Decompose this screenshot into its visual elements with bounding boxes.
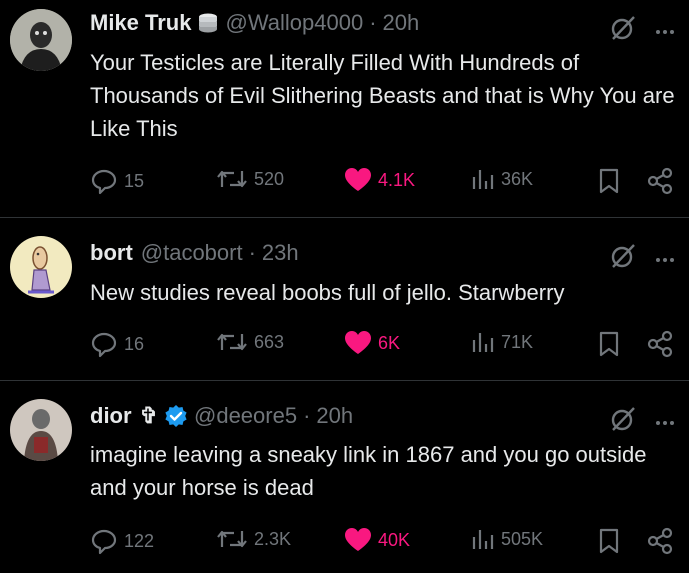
tweet-text: New studies reveal boobs full of jello. … [90, 280, 565, 305]
repost-button[interactable]: 520 [216, 167, 284, 191]
tweet-text: Your Testicles are Literally Filled With… [90, 50, 675, 141]
repost-button[interactable]: 663 [216, 330, 284, 354]
bookmark-icon [599, 331, 619, 357]
heart-icon [345, 168, 371, 191]
handle[interactable]: @tacobort [141, 240, 243, 266]
more-options-icon[interactable] [655, 22, 675, 40]
views-icon [472, 530, 494, 549]
display-name[interactable]: bort [90, 240, 133, 266]
avatar[interactable] [10, 399, 72, 461]
view-count: 36K [501, 168, 534, 189]
separator: · [248, 240, 256, 265]
bookmark-button[interactable] [598, 330, 620, 358]
tweet-header: dior ✞ @deeore5 · 20h [90, 403, 353, 429]
views-button[interactable]: 505K [471, 527, 543, 551]
heart-icon [345, 331, 371, 354]
display-name[interactable]: Mike Truk [90, 10, 191, 36]
display-name[interactable]: dior [90, 403, 132, 429]
bookmark-button[interactable] [598, 167, 620, 195]
like-button[interactable]: 4.1K [344, 167, 415, 193]
more-options-icon[interactable] [655, 413, 675, 431]
repost-count: 520 [254, 168, 285, 189]
reply-count: 15 [124, 170, 145, 191]
repost-icon [217, 530, 247, 548]
tweet-1[interactable]: Mike Truk @Wallop4000 · 20h Your Testicl… [0, 0, 689, 217]
like-button[interactable]: 40K [344, 527, 410, 553]
repost-icon [217, 333, 247, 351]
share-icon [647, 167, 673, 195]
tweet-header: bort @tacobort · 23h [90, 240, 299, 266]
reply-count: 122 [124, 530, 155, 551]
avatar[interactable] [10, 9, 72, 71]
cross-glyph: ✞ [139, 403, 158, 428]
separator: · [369, 10, 377, 35]
bookmark-icon [599, 528, 619, 554]
reply-icon [91, 332, 117, 358]
grok-icon[interactable] [609, 14, 637, 47]
separator: · [303, 403, 311, 428]
share-button[interactable] [646, 330, 674, 358]
views-icon [472, 333, 494, 352]
reply-button[interactable]: 15 [90, 167, 144, 195]
more-options-icon[interactable] [655, 250, 675, 268]
action-bar: 16 663 6K 71K [90, 330, 680, 360]
share-button[interactable] [646, 167, 674, 195]
like-button[interactable]: 6K [344, 330, 400, 356]
like-count: 4.1K [378, 169, 416, 190]
repost-icon [217, 170, 247, 188]
verified-badge-icon [164, 404, 188, 428]
timestamp[interactable]: 23h [262, 240, 299, 266]
reply-count: 16 [124, 333, 145, 354]
tweet-header: Mike Truk @Wallop4000 · 20h [90, 10, 419, 36]
reply-icon [91, 169, 117, 195]
like-count: 40K [378, 529, 411, 550]
tweet-text: imagine leaving a sneaky link in 1867 an… [90, 442, 647, 500]
bookmark-button[interactable] [598, 527, 620, 555]
share-icon [647, 330, 673, 358]
repost-button[interactable]: 2.3K [216, 527, 291, 551]
handle[interactable]: @deeore5 [194, 403, 297, 429]
repost-count: 663 [254, 331, 285, 352]
like-count: 6K [378, 332, 401, 353]
handle[interactable]: @Wallop4000 [225, 10, 363, 36]
reply-icon [91, 529, 117, 555]
views-icon [472, 170, 494, 189]
timestamp[interactable]: 20h [316, 403, 353, 429]
action-bar: 15 520 4.1K 36K [90, 167, 680, 197]
view-count: 71K [501, 331, 534, 352]
timestamp[interactable]: 20h [383, 10, 420, 36]
tweet-2[interactable]: bort @tacobort · 23h New studies reveal … [0, 218, 689, 379]
tweet-3[interactable]: dior ✞ @deeore5 · 20h imagine leaving a … [0, 381, 689, 573]
views-button[interactable]: 36K [471, 167, 533, 191]
heart-icon [345, 528, 371, 551]
reply-button[interactable]: 16 [90, 330, 144, 358]
repost-count: 2.3K [254, 528, 292, 549]
grok-icon[interactable] [609, 405, 637, 438]
action-bar: 122 2.3K 40K 505K [90, 527, 680, 557]
database-emoji-icon [197, 12, 219, 34]
view-count: 505K [501, 528, 544, 549]
avatar[interactable] [10, 236, 72, 298]
reply-button[interactable]: 122 [90, 527, 154, 555]
bookmark-icon [599, 168, 619, 194]
views-button[interactable]: 71K [471, 330, 533, 354]
grok-icon[interactable] [609, 242, 637, 275]
share-icon [647, 527, 673, 555]
share-button[interactable] [646, 527, 674, 555]
